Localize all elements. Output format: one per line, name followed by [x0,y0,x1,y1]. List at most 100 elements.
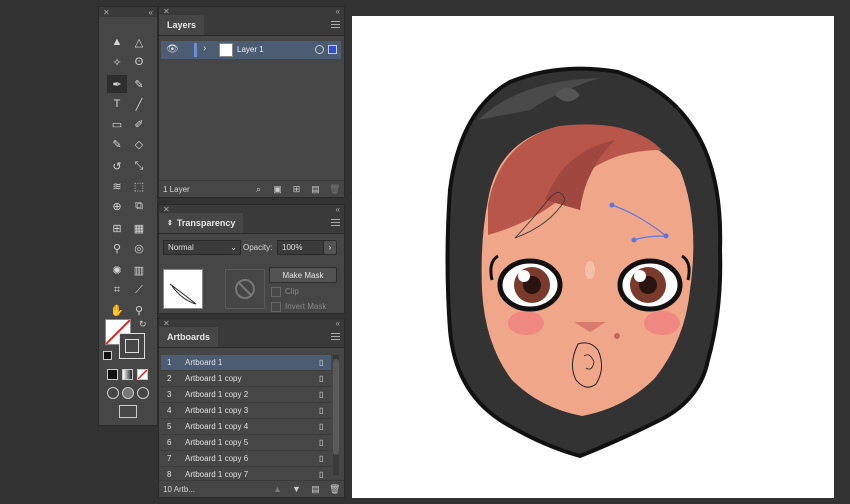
clip-checkbox[interactable]: Clip [271,287,299,297]
artboard-canvas[interactable] [352,16,834,498]
artboard-row[interactable]: 6 Artboard 1 copy 5 ▯ [161,435,331,451]
artboard-row[interactable]: 3 Artboard 1 copy 2 ▯ [161,387,331,403]
panel-menu-icon[interactable] [331,333,340,340]
shape-builder-icon[interactable]: ⊕ [107,197,127,215]
artboard-options-icon[interactable]: ▯ [319,406,331,415]
pen-icon[interactable]: ✒ [107,75,127,93]
shaper-icon[interactable]: ✎ [107,135,127,153]
warp-icon[interactable]: ≋ [107,177,127,195]
artboard-row[interactable]: 4 Artboard 1 copy 3 ▯ [161,403,331,419]
expand-arrow-icon[interactable]: › [203,43,206,54]
screen-mode-icon[interactable] [119,405,137,418]
perspective-icon[interactable]: ⧉ [129,197,149,215]
make-mask-button[interactable]: Make Mask [269,267,337,283]
symbol-sprayer-icon[interactable]: ✺ [107,261,127,279]
rotate-icon[interactable]: ↺ [107,157,127,175]
artboard-options-icon[interactable]: ▯ [319,470,331,479]
direct-selection-tool-icon[interactable]: △ [129,33,149,51]
artboard-row[interactable]: 5 Artboard 1 copy 4 ▯ [161,419,331,435]
zoom-icon[interactable]: ⚲ [129,301,149,319]
locate-object-icon[interactable]: ⌕ [253,184,264,194]
artboard-row[interactable]: 2 Artboard 1 copy ▯ [161,371,331,387]
move-up-icon[interactable]: ▲ [272,484,283,494]
panel-menu-icon[interactable] [331,219,340,226]
collapse-icon[interactable]: « [149,8,153,17]
artboard-options-icon[interactable]: ▯ [319,454,331,463]
paintbrush-icon[interactable]: ✐ [129,115,149,133]
artboard-name[interactable]: Artboard 1 copy 3 [185,406,319,415]
draw-behind-icon[interactable] [122,387,134,399]
artboard-name[interactable]: Artboard 1 copy 5 [185,438,319,447]
selection-indicator[interactable] [328,45,337,54]
curvature-icon[interactable]: ✎ [129,75,149,93]
gradient-icon[interactable]: ▦ [129,219,149,237]
transparency-tabbar: ⇕ Transparency [159,213,344,234]
color-icon[interactable] [107,369,118,380]
trash-icon[interactable]: 🗑 [329,184,340,194]
tab-transparency[interactable]: ⇕ Transparency [159,213,244,233]
opacity-stepper-button[interactable]: › [323,240,337,255]
tab-layers[interactable]: Layers [159,15,205,35]
gradient-icon[interactable] [122,369,133,380]
layer-name[interactable]: Layer 1 [237,45,264,54]
artboard-name[interactable]: Artboard 1 copy 4 [185,422,319,431]
panel-menu-icon[interactable] [331,21,340,28]
draw-inside-icon[interactable] [137,387,149,399]
new-sublayer-icon[interactable]: ⊞ [291,184,302,194]
updown-icon: ⇕ [167,220,173,227]
object-thumbnail[interactable] [163,269,203,309]
scrollbar[interactable] [333,355,339,475]
artboard-name[interactable]: Artboard 1 copy [185,374,319,383]
artboard-name[interactable]: Artboard 1 copy 6 [185,454,319,463]
scale-icon[interactable]: ⤡ [129,157,149,175]
artboard-row[interactable]: 7 Artboard 1 copy 6 ▯ [161,451,331,467]
type-icon[interactable]: T [107,95,127,113]
artboard-number: 3 [167,390,172,399]
mesh-icon[interactable]: ⊞ [107,219,127,237]
artboard-count: 10 Artb... [163,484,196,494]
none-icon[interactable] [137,369,148,380]
invert-mask-checkbox[interactable]: Invert Mask [271,302,326,312]
scrollbar-thumb[interactable] [333,359,339,455]
line-icon[interactable]: ╱ [129,95,149,113]
artboard-options-icon[interactable]: ▯ [319,390,331,399]
eye-icon[interactable]: 👁 [166,44,179,55]
default-colors-icon[interactable] [103,351,112,360]
slice-icon[interactable]: ⟋ [129,281,149,299]
move-down-icon[interactable]: ▼ [291,484,302,494]
target-icon[interactable] [315,45,324,54]
blend-mode-select[interactable]: Normal ⌄ [163,240,241,255]
magic-wand-icon[interactable]: ✧ [107,53,127,71]
column-graph-icon[interactable]: ▥ [129,261,149,279]
hand-icon[interactable]: ✋ [107,301,127,319]
clipping-mask-icon[interactable]: ▣ [272,184,283,194]
artboard-icon[interactable]: ⌗ [107,281,127,299]
clip-label: Clip [285,287,299,297]
selection-tool-icon[interactable]: ▲ [107,33,127,51]
trash-icon[interactable]: 🗑 [329,484,340,494]
draw-normal-icon[interactable] [107,387,119,399]
eyedropper-icon[interactable]: ⚲ [107,239,127,257]
swap-icon[interactable]: ↻ [139,319,147,330]
mask-thumbnail[interactable] [225,269,265,309]
artboard-name[interactable]: Artboard 1 copy 7 [185,470,319,479]
free-transform-icon[interactable]: ⬚ [129,177,149,195]
artboard-row[interactable]: 1 Artboard 1 ▯ [161,355,331,371]
artboard-options-icon[interactable]: ▯ [319,358,331,367]
close-icon[interactable]: ✕ [103,8,110,17]
stroke-swatch[interactable] [119,333,145,359]
new-layer-icon[interactable]: ▤ [310,184,321,194]
new-artboard-icon[interactable]: ▤ [310,484,321,494]
lasso-icon[interactable]: ʘ [129,53,149,71]
artboard-options-icon[interactable]: ▯ [319,374,331,383]
tab-artboards[interactable]: Artboards [159,327,219,347]
eraser-icon[interactable]: ◇ [129,135,149,153]
artboard-options-icon[interactable]: ▯ [319,422,331,431]
artboard-options-icon[interactable]: ▯ [319,438,331,447]
blend-icon[interactable]: ◎ [129,239,149,257]
artboard-name[interactable]: Artboard 1 copy 2 [185,390,319,399]
rectangle-icon[interactable]: ▭ [107,115,127,133]
artboard-name[interactable]: Artboard 1 [185,358,319,367]
opacity-input[interactable]: 100% [277,240,327,255]
layer-row[interactable]: 👁 › Layer 1 [161,41,341,59]
